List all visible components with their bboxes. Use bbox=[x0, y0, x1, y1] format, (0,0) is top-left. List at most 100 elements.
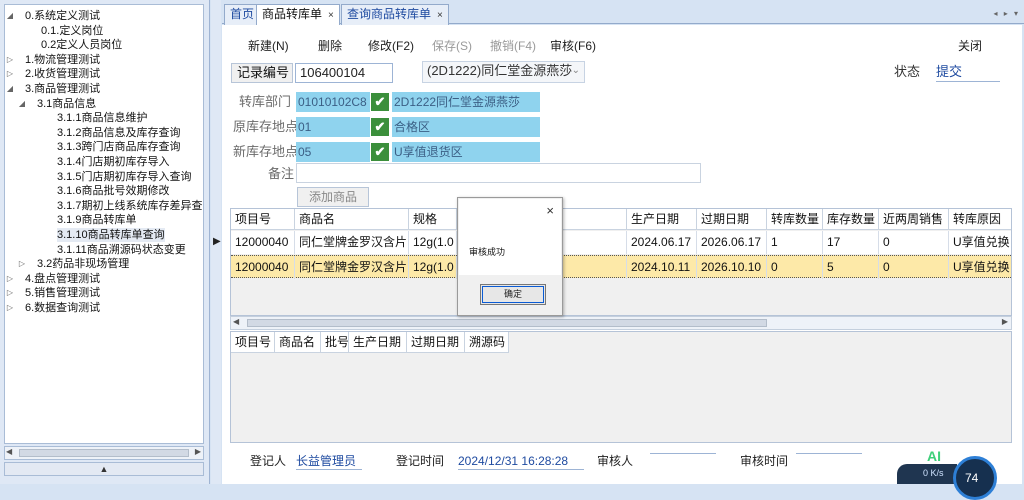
tree-item[interactable]: 3.商品管理测试 bbox=[25, 82, 100, 96]
table-cell[interactable]: 同仁堂牌金罗汉含片 bbox=[295, 256, 409, 279]
dept-code-field[interactable]: 01010102C8 bbox=[296, 92, 370, 112]
tree-item[interactable]: 4.盘点管理测试 bbox=[25, 272, 100, 286]
audit-button[interactable]: 审核(F6) bbox=[550, 38, 596, 54]
tree-item[interactable]: 3.1商品信息 bbox=[37, 97, 96, 111]
splitter-arrow-icon[interactable]: ▶ bbox=[213, 236, 221, 247]
tree-toggle-icon[interactable]: ▷ bbox=[17, 257, 27, 271]
scroll-right-icon[interactable]: ▶ bbox=[1002, 317, 1008, 326]
new-button[interactable]: 新建(N) bbox=[248, 38, 289, 54]
column-header[interactable]: 转库原因 bbox=[949, 209, 1011, 230]
delete-button[interactable]: 删除 bbox=[318, 38, 342, 54]
tree-item[interactable]: 3.2药品非现场管理 bbox=[37, 257, 129, 271]
column-header[interactable]: 溯源码 bbox=[465, 332, 509, 353]
column-header[interactable]: 近两周销售 bbox=[879, 209, 949, 230]
table-cell[interactable]: 0 bbox=[879, 231, 949, 254]
table-cell[interactable]: 2024.06.17 bbox=[627, 231, 697, 254]
tree-toggle-icon[interactable]: ◢ bbox=[5, 9, 15, 23]
dst-code-field[interactable]: 05 bbox=[296, 142, 370, 162]
close-button[interactable]: 关闭 bbox=[958, 38, 982, 54]
table-cell[interactable]: 同仁堂牌金罗汉含片 bbox=[295, 231, 409, 254]
table-cell[interactable]: 12000040 bbox=[231, 256, 295, 279]
table-cell[interactable]: 12000040 bbox=[231, 231, 295, 254]
column-header[interactable]: 规格 bbox=[409, 209, 457, 230]
scroll-right-icon[interactable]: ▶ bbox=[195, 447, 201, 456]
tree-item[interactable]: 6.数据查询测试 bbox=[25, 301, 100, 315]
add-goods-button[interactable]: 添加商品 bbox=[297, 187, 369, 207]
column-header[interactable]: 批号 bbox=[321, 332, 349, 353]
network-speed-widget[interactable]: AI 0 K/s 74 bbox=[897, 448, 1003, 500]
table-horizontal-scrollbar[interactable]: ◀ ▶ bbox=[230, 316, 1012, 330]
table-cell[interactable]: 1 bbox=[767, 231, 823, 254]
tab-nav-buttons[interactable]: ◂ ▸ ▾ bbox=[994, 9, 1021, 18]
scroll-left-icon[interactable]: ◀ bbox=[6, 447, 12, 456]
src-code-field[interactable]: 01 bbox=[296, 117, 370, 137]
table-cell[interactable]: 0 bbox=[879, 256, 949, 279]
tree-item[interactable]: 3.1.6商品批号效期修改 bbox=[57, 184, 169, 198]
table-cell[interactable]: 12g(1.0 bbox=[409, 256, 457, 279]
close-icon[interactable]: × bbox=[546, 203, 554, 218]
column-header[interactable]: 生产日期 bbox=[349, 332, 407, 353]
table-row[interactable]: 12000040同仁堂牌金罗汉含片12g(1.020242010052024.1… bbox=[231, 255, 1011, 279]
save-button[interactable]: 保存(S) bbox=[432, 38, 472, 54]
store-select[interactable]: (2D1222)同仁堂金源燕莎 ⌄ bbox=[422, 61, 585, 83]
tree-toggle-icon[interactable]: ◢ bbox=[5, 82, 15, 96]
ok-button[interactable]: 确定 bbox=[480, 284, 546, 305]
scroll-left-icon[interactable]: ◀ bbox=[233, 317, 239, 326]
table-cell[interactable]: 2026.10.10 bbox=[697, 256, 767, 279]
table-cell[interactable]: 2024.10.11 bbox=[627, 256, 697, 279]
tree-item[interactable]: 5.销售管理测试 bbox=[25, 286, 100, 300]
undo-button[interactable]: 撤销(F4) bbox=[490, 38, 536, 54]
column-header[interactable]: 项目号 bbox=[231, 332, 275, 353]
column-header[interactable]: 库存数量 bbox=[823, 209, 879, 230]
edit-button[interactable]: 修改(F2) bbox=[368, 38, 414, 54]
tree-item[interactable]: 3.1.2商品信息及库存查询 bbox=[57, 126, 180, 140]
column-header[interactable]: 项目号 bbox=[231, 209, 295, 230]
close-icon[interactable]: × bbox=[437, 10, 443, 21]
table-cell[interactable]: U享值兑换 bbox=[949, 231, 1011, 254]
tree-toggle-icon[interactable]: ▷ bbox=[5, 301, 15, 315]
tree-item[interactable]: 0.1.定义岗位 bbox=[41, 24, 103, 38]
table-cell[interactable]: U享值兑换 bbox=[949, 256, 1011, 279]
tree-toggle-icon[interactable]: ▷ bbox=[5, 272, 15, 286]
tree-horizontal-scrollbar[interactable]: ◀ ▶ bbox=[4, 446, 204, 460]
tree-item[interactable]: 3.1.9商品转库单 bbox=[57, 213, 136, 227]
panel-collapse-button[interactable]: ▲ bbox=[4, 462, 204, 476]
panel-splitter[interactable]: ▶ bbox=[211, 0, 221, 484]
column-header[interactable]: 转库数量 bbox=[767, 209, 823, 230]
tab-goods-transfer[interactable]: 商品转库单 × bbox=[256, 4, 340, 26]
tree-item[interactable]: 3.1.7期初上线系统库存差异查 bbox=[57, 199, 202, 213]
tree-item[interactable]: 1.物流管理测试 bbox=[25, 53, 100, 67]
table-row[interactable]: 12000040同仁堂牌金罗汉含片12g(1.0202406182024.06.… bbox=[231, 231, 1011, 254]
tree-item[interactable]: 2.收货管理测试 bbox=[25, 67, 100, 81]
remark-input[interactable] bbox=[296, 163, 701, 183]
table-cell[interactable]: 0 bbox=[767, 256, 823, 279]
tree-toggle-icon[interactable]: ◢ bbox=[17, 97, 27, 111]
table-cell[interactable]: 5 bbox=[823, 256, 879, 279]
tree-item[interactable]: 3.1.11商品溯源码状态变更 bbox=[57, 243, 186, 257]
tree-toggle-icon[interactable]: ▷ bbox=[5, 67, 15, 81]
tree-item[interactable]: 3.1.4门店期初库存导入 bbox=[57, 155, 169, 169]
tree-item[interactable]: 3.1.10商品转库单查询 bbox=[57, 228, 165, 242]
column-header[interactable]: 商品名 bbox=[295, 209, 409, 230]
table-cell[interactable]: 12g(1.0 bbox=[409, 231, 457, 254]
tree-item[interactable]: 0.系统定义测试 bbox=[25, 9, 100, 23]
tree-item[interactable]: 3.1.5门店期初库存导入查询 bbox=[57, 170, 191, 184]
tab-home[interactable]: 首页 bbox=[224, 4, 261, 25]
record-no-input[interactable]: 106400104 bbox=[295, 63, 393, 83]
table-cell[interactable]: 2026.06.17 bbox=[697, 231, 767, 254]
tree-item[interactable]: 3.1.1商品信息维护 bbox=[57, 111, 147, 125]
close-icon[interactable]: × bbox=[328, 10, 334, 21]
column-header[interactable]: 过期日期 bbox=[697, 209, 767, 230]
tree-item[interactable]: 3.1.3跨门店商品库存查询 bbox=[57, 140, 180, 154]
column-header[interactable]: 商品名 bbox=[275, 332, 321, 353]
table-cell[interactable]: 17 bbox=[823, 231, 879, 254]
tree-toggle-icon[interactable]: ▷ bbox=[5, 53, 15, 67]
column-header[interactable]: 过期日期 bbox=[407, 332, 465, 353]
tab-query-transfer[interactable]: 查询商品转库单 × bbox=[341, 4, 449, 25]
tree-toggle-icon[interactable]: ▷ bbox=[5, 286, 15, 300]
tree-item[interactable]: 0.2定义人员岗位 bbox=[41, 38, 122, 52]
scroll-thumb[interactable] bbox=[19, 449, 189, 457]
column-header[interactable]: 生产日期 bbox=[627, 209, 697, 230]
scroll-thumb[interactable] bbox=[247, 319, 767, 327]
